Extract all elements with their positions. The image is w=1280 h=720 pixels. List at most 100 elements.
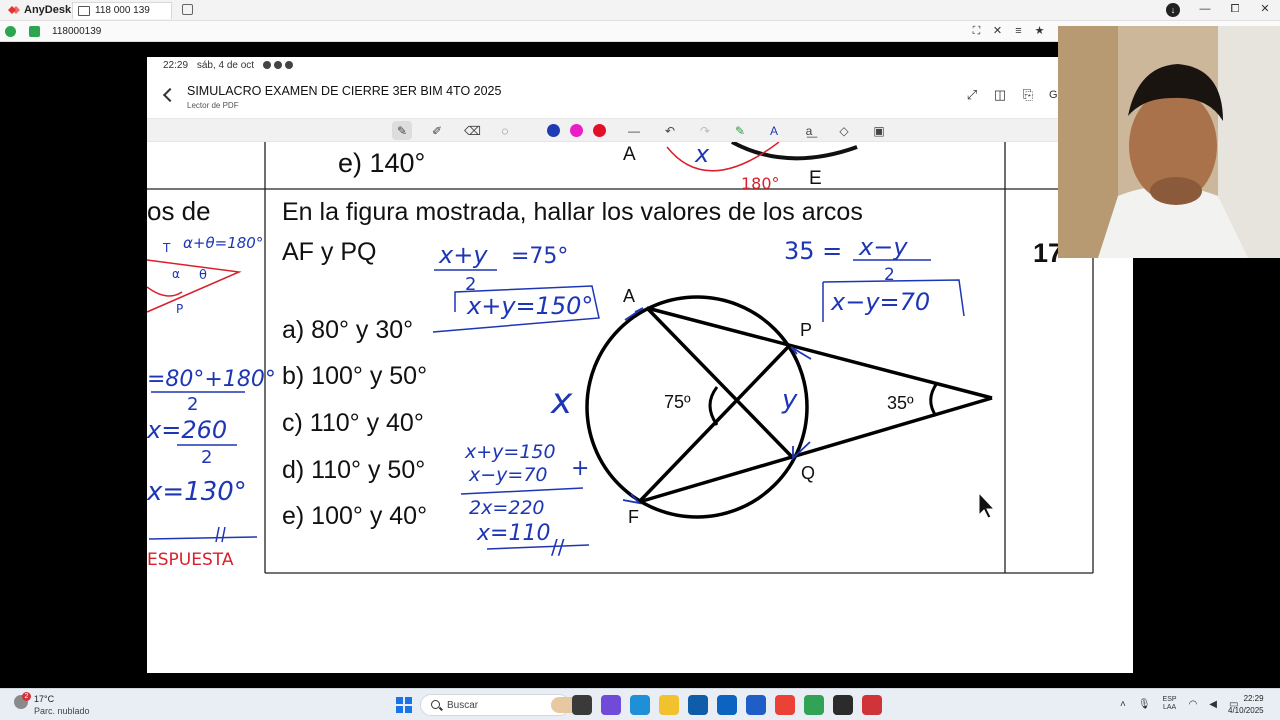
color-red-swatch[interactable] — [593, 124, 606, 137]
tablet-date: sáb, 4 de oct — [196, 60, 255, 71]
webcam-overlay — [1058, 26, 1280, 258]
split-view-icon[interactable]: ◫ — [993, 88, 1007, 102]
copilot-icon[interactable] — [601, 695, 621, 715]
text-style-icon[interactable]: A — [767, 124, 781, 138]
mouse-cursor-icon — [978, 491, 996, 519]
windows-taskbar: 2 17°C Parc. nublado Buscar ˄ 🎙 ESP LAA … — [0, 688, 1280, 720]
note-eq2-num: x−y — [858, 233, 908, 261]
start-button[interactable] — [396, 697, 412, 713]
figure-angle-outside: 35º — [887, 393, 914, 413]
chord-a-q — [645, 306, 796, 461]
reader-header: SIMULACRO EXAMEN DE CIERRE 3ER BIM 4TO 2… — [147, 79, 1133, 115]
download-icon[interactable]: ↓ — [1166, 3, 1180, 17]
previous-note-x: x — [694, 142, 710, 168]
previous-figure-label-a: A — [623, 144, 636, 165]
new-tab-icon[interactable] — [182, 4, 193, 15]
tray-overflow-icon[interactable]: ˄ — [1120, 699, 1126, 710]
note-eq2-den: 2 — [884, 265, 895, 285]
edge-icon[interactable] — [630, 695, 650, 715]
handwritten-notes: x+y =75° 2 x+y=150° 35 = x−y 2 x−y=70 x … — [432, 233, 965, 559]
session-toolbar: ⛶ ✕ ≡ ★ — [970, 25, 1046, 37]
outlook-icon[interactable] — [717, 695, 737, 715]
search-icon — [431, 700, 440, 709]
task-view-icon[interactable] — [572, 695, 592, 715]
save-icon[interactable]: ⎘ — [1021, 88, 1035, 102]
figure-label-a: A — [623, 286, 635, 306]
pinned-apps — [572, 695, 882, 715]
close-button[interactable]: ✕ — [1250, 0, 1280, 21]
anydesk-taskbar-icon[interactable] — [862, 695, 882, 715]
left-note-theta: θ — [199, 268, 207, 283]
previous-figure-arc — [731, 142, 858, 161]
expand-icon[interactable]: ⤢ — [965, 88, 979, 102]
note-eq1-num: x+y — [438, 241, 488, 269]
remote-screen[interactable]: 22:29 sáb, 4 de oct SIMULACRO EXAMEN DE … — [147, 57, 1133, 673]
reader-actions: ⤢ ◫ ⎘ — [965, 88, 1035, 102]
stroke-width-icon[interactable]: — — [627, 124, 641, 138]
remote-address[interactable]: 118000139 — [52, 26, 101, 37]
color-blue-swatch[interactable] — [547, 124, 560, 137]
option-a[interactable]: a) 80° y 30° — [282, 316, 413, 344]
back-arrow-icon[interactable] — [162, 87, 178, 103]
chrome-icon[interactable] — [775, 695, 795, 715]
note-eq1-rhs: =75° — [511, 244, 568, 269]
windows-logo-tile — [405, 697, 412, 704]
eraser-icon[interactable]: ⌫ — [464, 124, 481, 138]
pen-icon[interactable]: ✎ — [395, 124, 409, 138]
previous-figure-red-arc — [666, 142, 780, 172]
tablet-status-bar: 22:29 sáb, 4 de oct — [163, 60, 299, 71]
weather-badge: 2 — [22, 692, 31, 701]
left-note-alpha: α — [172, 267, 180, 281]
volume-icon[interactable]: ◀ — [1209, 699, 1217, 710]
taskbar-clock[interactable]: 22:29 4/10/2025 — [1228, 693, 1264, 717]
app-icon[interactable] — [833, 695, 853, 715]
inner-angle-mark — [708, 386, 719, 426]
wifi-icon[interactable]: ◠ — [1189, 699, 1198, 710]
files-icon[interactable]: ≡ — [1012, 25, 1025, 37]
favorite-star-icon[interactable]: ★ — [1033, 25, 1046, 37]
worksheet-page[interactable]: e) 140° A E x 180° os de α+θ=180° T α θ … — [147, 142, 1133, 673]
reader-more-label[interactable]: G — [1049, 89, 1058, 101]
chrome-profile-icon[interactable] — [804, 695, 824, 715]
document-subtitle: Lector de PDF — [187, 101, 239, 110]
left-note-frac-den: 2 — [187, 394, 198, 415]
remote-control-icon[interactable]: ⛶ — [970, 25, 983, 37]
language-indicator[interactable]: ESP LAA — [1163, 696, 1177, 712]
minimize-button[interactable]: — — [1190, 0, 1220, 21]
file-explorer-icon[interactable] — [659, 695, 679, 715]
left-figure-tangents — [147, 259, 242, 313]
store-icon[interactable] — [688, 695, 708, 715]
option-c[interactable]: c) 110° y 40° — [282, 409, 424, 437]
secure-shield-icon — [29, 26, 40, 37]
lasso-icon[interactable]: ◌ — [498, 124, 512, 138]
undo-icon[interactable]: ↶ — [663, 124, 677, 138]
option-b[interactable]: b) 100° y 50° — [282, 362, 427, 390]
actions-icon[interactable]: ✕ — [991, 25, 1004, 37]
word-icon[interactable] — [746, 695, 766, 715]
note-sys-2: x−y=70 — [468, 464, 548, 486]
whatsapp-icon — [262, 61, 271, 70]
language-bottom: LAA — [1162, 704, 1177, 711]
shapes-icon[interactable]: ◇ — [837, 124, 851, 138]
figure-label-p: P — [800, 320, 812, 340]
notification-icons — [262, 61, 293, 70]
marker-icon[interactable]: ✎ — [733, 124, 747, 138]
left-column-text: os de — [147, 196, 211, 226]
option-e[interactable]: e) 100° y 40° — [282, 502, 427, 530]
anydesk-app-name: AnyDesk — [24, 4, 72, 16]
microphone-icon[interactable]: 🎙 — [1138, 699, 1151, 710]
taskbar-search[interactable]: Buscar — [420, 694, 581, 716]
weather-temperature: 17°C — [34, 694, 55, 704]
text-box-icon[interactable]: a͟ — [802, 124, 816, 138]
highlighter-icon[interactable]: ✐ — [430, 124, 444, 138]
figure-label-q: Q — [801, 463, 815, 483]
color-pink-swatch[interactable] — [570, 124, 583, 137]
secant-a-tip — [646, 306, 993, 400]
session-tab[interactable]: 118 000 139 — [72, 2, 172, 19]
note-eq1-boxed: x+y=150° — [466, 292, 593, 320]
insert-image-icon[interactable]: ▣ — [872, 124, 886, 138]
maximize-button[interactable]: ⧠ — [1220, 0, 1250, 21]
redo-icon[interactable]: ↷ — [698, 124, 712, 138]
option-d[interactable]: d) 110° y 50° — [282, 456, 425, 484]
note-sys-3: 2x=220 — [469, 497, 545, 519]
